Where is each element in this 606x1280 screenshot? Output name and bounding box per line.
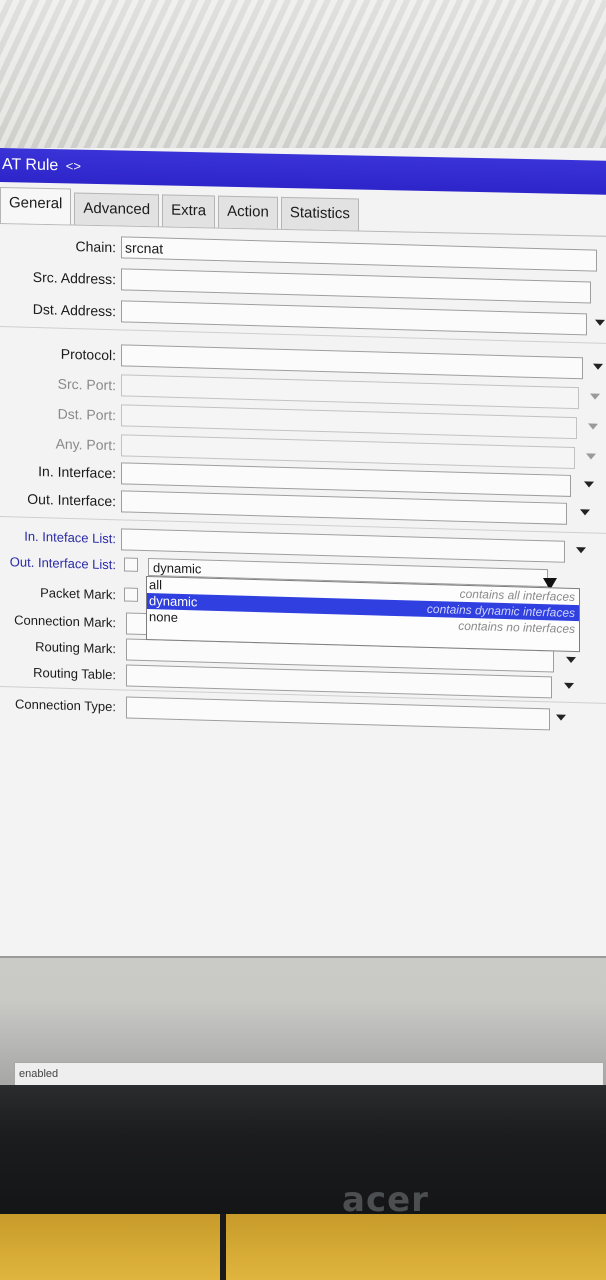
status-bar: enabled	[14, 1062, 604, 1086]
packet-mark-label: Packet Mark:	[40, 585, 116, 603]
window-title: AT Rule	[2, 156, 59, 175]
desk-surface	[0, 1214, 606, 1280]
tab-action[interactable]: Action	[218, 195, 278, 229]
routing-mark-dropdown-icon[interactable]	[566, 656, 576, 664]
connection-type-field[interactable]	[126, 696, 550, 731]
chain-label: Chain:	[75, 238, 116, 256]
connection-type-label: Connection Type:	[15, 696, 116, 715]
tab-general[interactable]: General	[0, 187, 72, 225]
tab-advanced[interactable]: Advanced	[74, 192, 160, 227]
resize-arrows-icon: <>	[65, 158, 81, 174]
status-text: enabled	[19, 1068, 59, 1080]
out-interface-list-invert-checkbox[interactable]	[124, 557, 138, 572]
option-label: all	[149, 577, 163, 593]
routing-table-dropdown-icon[interactable]	[564, 682, 574, 690]
out-interface-label: Out. Interface:	[27, 490, 116, 510]
tab-extra[interactable]: Extra	[162, 194, 216, 228]
nat-rule-window: AT Rule <> General Advanced Extra Action…	[0, 148, 606, 1086]
in-interface-label: In. Interface:	[38, 463, 116, 482]
connection-mark-label: Connection Mark:	[14, 612, 116, 631]
connection-type-dropdown-icon[interactable]	[556, 714, 566, 721]
dst-port-dropdown-icon[interactable]	[588, 423, 598, 430]
dst-port-label: Dst. Port:	[57, 405, 116, 424]
src-port-label: Src. Port:	[57, 375, 116, 394]
any-port-dropdown-icon[interactable]	[586, 453, 596, 460]
tab-statistics[interactable]: Statistics	[280, 196, 359, 231]
src-address-field[interactable]	[121, 268, 591, 304]
in-interface-list-label: In. Inteface List:	[24, 528, 116, 547]
in-interface-dropdown-icon[interactable]	[584, 481, 594, 488]
option-description: contains no interfaces	[458, 618, 575, 636]
in-interface-list-dropdown-icon[interactable]	[576, 547, 586, 554]
any-port-label: Any. Port:	[55, 435, 116, 454]
out-interface-dropdown-icon[interactable]	[580, 509, 590, 516]
tab-bar: General Advanced Extra Action Statistics	[0, 186, 606, 237]
routing-table-label: Routing Table:	[33, 664, 116, 683]
interface-list-dropdown: all contains all interfaces dynamic cont…	[146, 576, 580, 653]
chain-field[interactable]: srcnat	[121, 236, 597, 272]
option-label: none	[149, 609, 178, 625]
dst-address-field[interactable]	[121, 300, 587, 336]
option-label: dynamic	[149, 593, 198, 610]
monitor-bezel	[0, 1085, 606, 1215]
src-address-label: Src. Address:	[32, 268, 116, 288]
desk-gap	[220, 1214, 226, 1280]
desktop-wallpaper	[0, 0, 606, 150]
protocol-field[interactable]	[121, 344, 583, 380]
dst-address-dropdown-icon[interactable]	[595, 319, 605, 326]
protocol-dropdown-icon[interactable]	[593, 363, 603, 370]
src-port-dropdown-icon[interactable]	[590, 393, 600, 400]
protocol-label: Protocol:	[60, 345, 116, 364]
routing-mark-label: Routing Mark:	[35, 638, 116, 657]
packet-mark-invert-checkbox[interactable]	[124, 587, 138, 602]
dst-address-label: Dst. Address:	[32, 300, 116, 320]
out-interface-list-label: Out. Interface List:	[9, 554, 116, 573]
